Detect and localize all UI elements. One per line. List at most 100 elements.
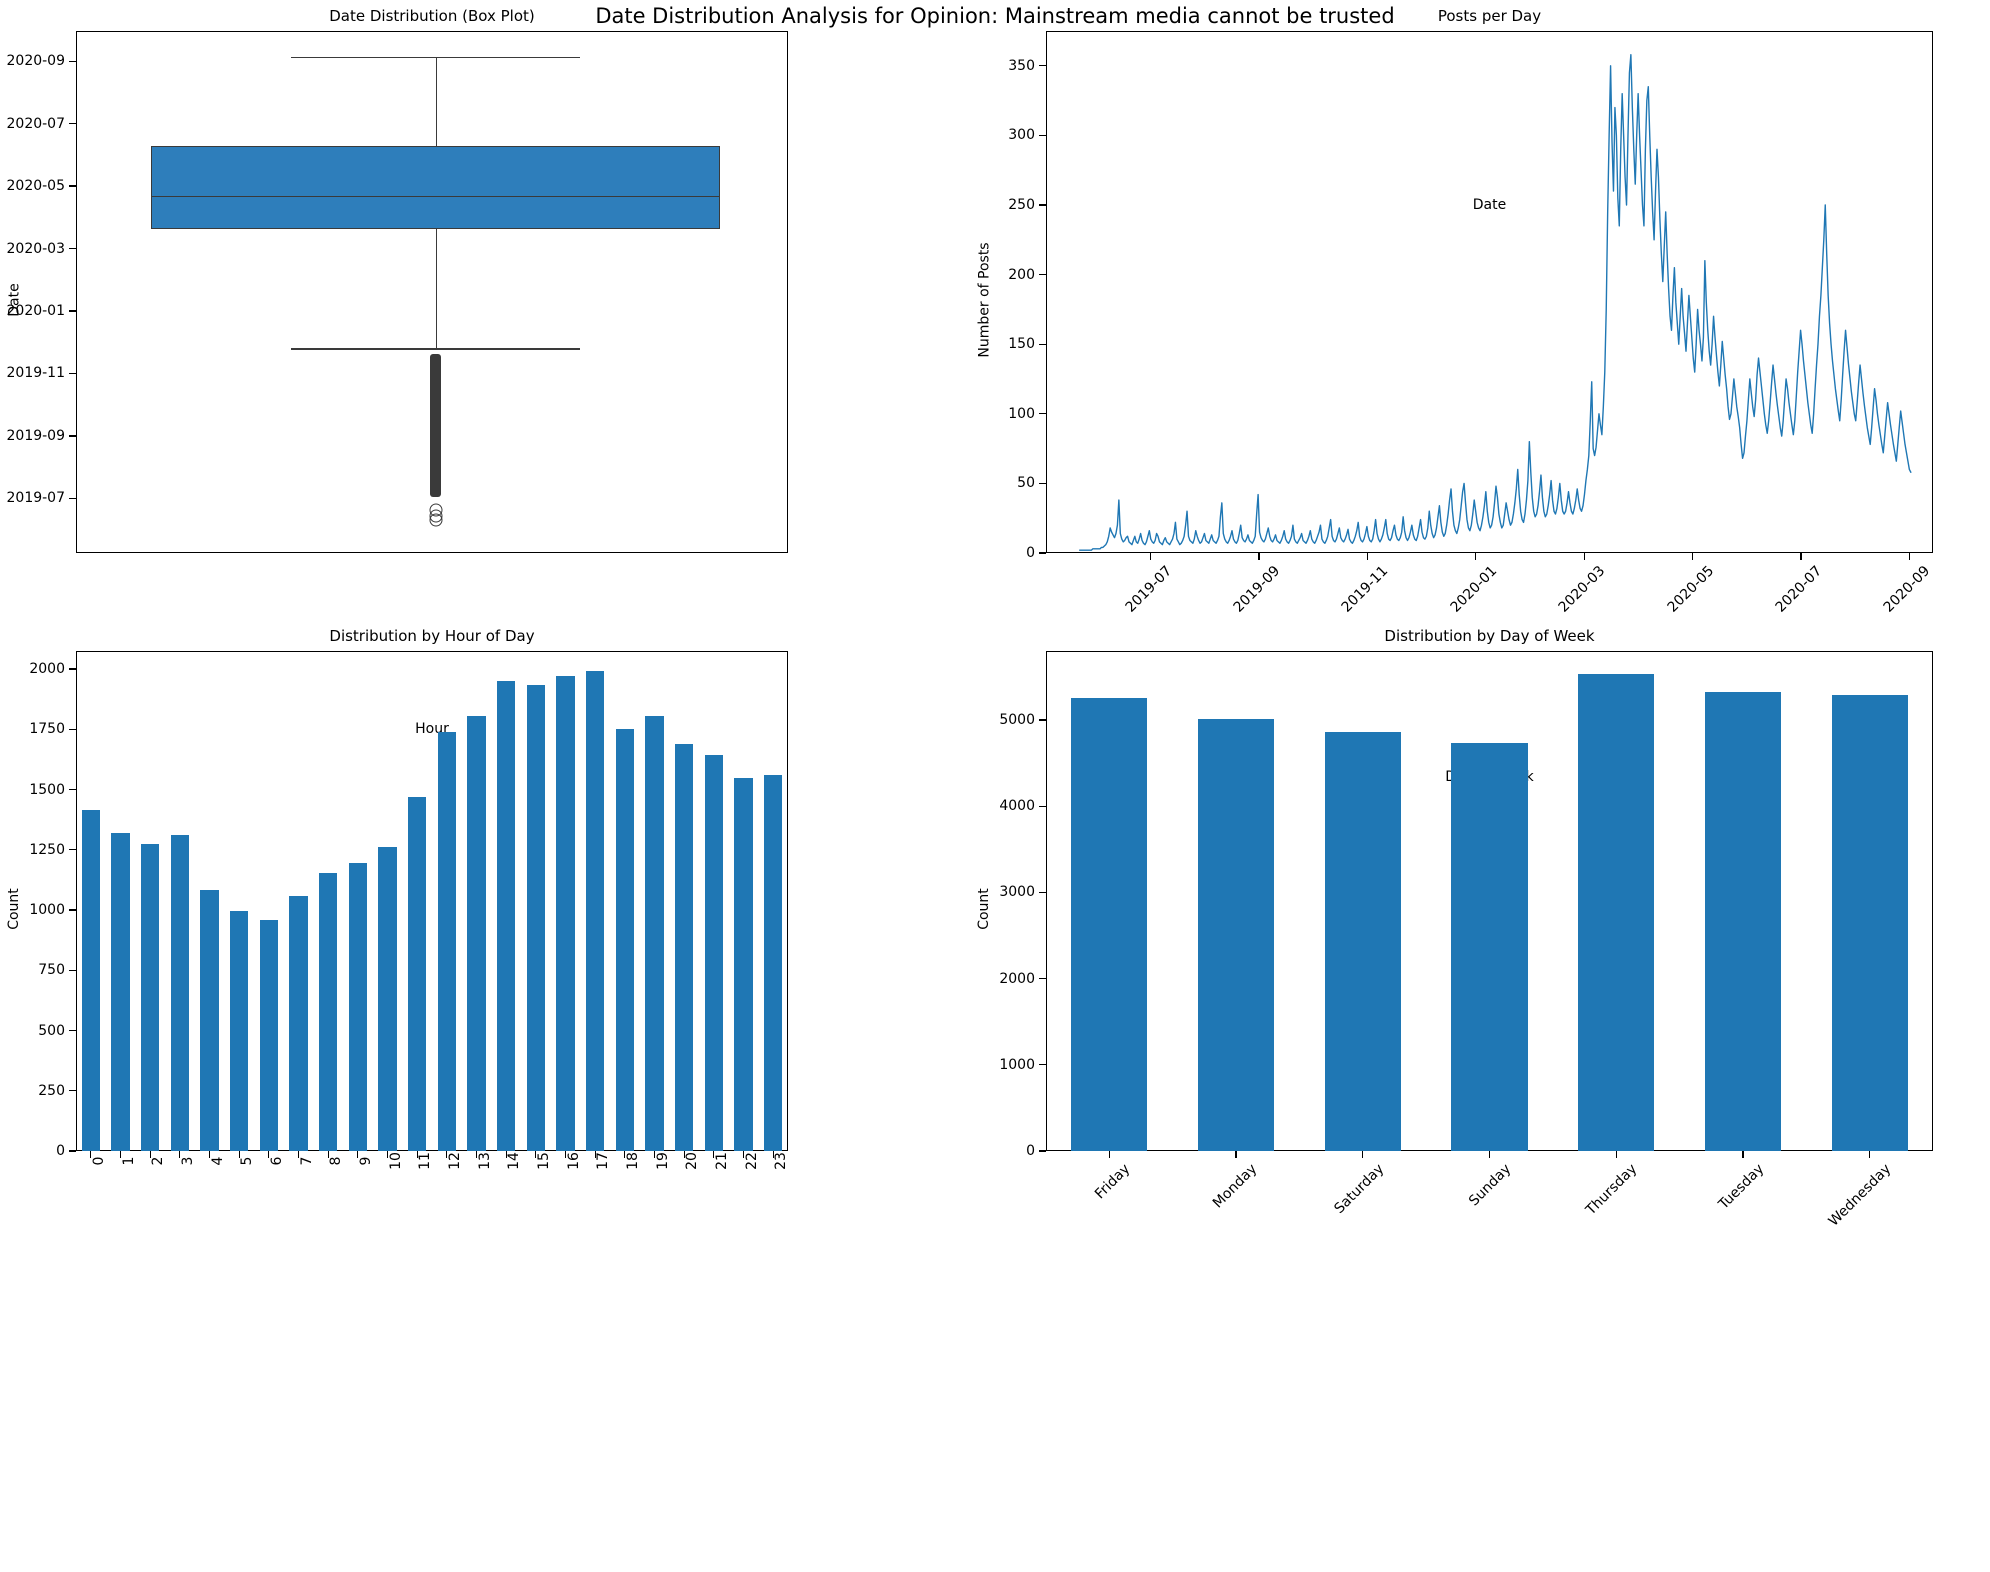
bar (1324, 732, 1401, 1151)
axis-tick-mark-x (1742, 1151, 1744, 1158)
axis-tick-mark-x (1908, 553, 1911, 560)
axis-tick-mark-x (1488, 1151, 1491, 1158)
axis-tick-label-x: 15 (535, 1152, 552, 1170)
axis-tick-mark-y (1039, 719, 1046, 721)
axis-tick-label-x: 4 (209, 1156, 226, 1166)
axis-tick-mark-y (69, 497, 76, 499)
bar (1071, 697, 1148, 1151)
panel-distribution-by-hour: Distribution by Hour of Day Count Hour 0… (6, 627, 789, 1170)
bar (556, 676, 575, 1151)
bar (289, 895, 308, 1151)
axis-tick-mark-x (1362, 1151, 1364, 1158)
bar (526, 684, 546, 1151)
axis-tick-mark-x (1475, 553, 1477, 560)
panel-posts-per-day: Posts per Day Number of Posts Date 0 50 10… (976, 7, 1934, 616)
axis-tick-mark-y (1039, 65, 1046, 67)
axis-tick-label-x: Saturday (1331, 1161, 1388, 1217)
bar (645, 716, 664, 1151)
bar (348, 863, 368, 1151)
axis-tick-mark-x (1800, 553, 1802, 560)
axis-tick-label-y: 2020-09 (6, 53, 66, 70)
axis-tick-label-x: Wednesday (1825, 1161, 1894, 1230)
axis-tick-mark-y (69, 310, 76, 312)
axis-tick-label-x: Sunday (1465, 1161, 1514, 1210)
panel-title-boxplot: Date Distribution (Box Plot) (329, 7, 535, 25)
bar (615, 729, 635, 1151)
axis-tick-label-x: 2020-03 (1555, 563, 1609, 616)
bar (200, 889, 219, 1151)
axis-tick-mark-y (69, 60, 76, 62)
bar (674, 743, 694, 1151)
axis-tick-mark-y (1039, 273, 1046, 276)
bar (81, 810, 101, 1151)
axis-tick-label-x: 21 (713, 1152, 730, 1170)
axis-tick-mark-x (1691, 553, 1694, 560)
axis-tick-mark-x (1235, 1151, 1237, 1158)
axis-tick-label-x: 2020-05 (1664, 563, 1717, 616)
boxplot-lower-cap (291, 348, 580, 350)
axis-tick-mark-x (1366, 553, 1369, 560)
axis-tick-mark-y (69, 788, 76, 791)
axis-tick-label-x: 19 (654, 1152, 671, 1170)
panel-title-hour: Distribution by Hour of Day (329, 627, 535, 645)
axis-tick-label-x: 0 (90, 1156, 107, 1166)
axis-tick-label-x: 8 (328, 1156, 345, 1166)
bar (734, 777, 753, 1151)
axis-tick-mark-x (1150, 553, 1152, 560)
axis-tick-label-y: 2019-07 (6, 490, 66, 507)
axis-tick-mark-y (1039, 134, 1046, 137)
axis-tick-label-y: 2020-03 (6, 240, 66, 257)
axis-tick-label-x: 6 (268, 1156, 285, 1166)
axis-tick-mark-y (1039, 413, 1046, 415)
axis-tick-label-x: 17 (595, 1152, 612, 1170)
axis-tick-label-x: 23 (773, 1152, 790, 1170)
axis-tick-mark-y (69, 1150, 76, 1152)
axis-tick-label-y: 2020-05 (6, 178, 66, 195)
axis-tick-mark-y (1039, 1150, 1046, 1152)
bar (1578, 673, 1655, 1151)
bar (1198, 719, 1275, 1151)
axis-tick-label-x: 2020-01 (1447, 563, 1501, 616)
axis-tick-mark-y (69, 728, 76, 730)
axis-tick-mark-x (1108, 1151, 1110, 1158)
boxplot-upper-whisker (435, 57, 437, 146)
boxplot-lower-whisker (435, 228, 437, 349)
boxplot-outlier-cluster (430, 353, 442, 498)
bar (437, 731, 457, 1151)
axis-tick-label-y: 2020-01 (6, 303, 66, 319)
axis-tick-mark-y (1039, 343, 1046, 345)
axis-tick-label-x: 14 (506, 1152, 523, 1170)
posts-per-day-line (1079, 53, 1912, 551)
axis-tick-mark-y (69, 668, 76, 670)
panel-date-distribution-boxplot: Date Distribution (Box Plot) Date 2020-0… (6, 7, 788, 553)
axis-tick-label-x: 9 (357, 1156, 374, 1166)
bar (1704, 692, 1781, 1151)
axis-tick-label-x: 5 (239, 1156, 256, 1166)
bar (1451, 743, 1528, 1151)
axis-tick-label-x: 12 (446, 1152, 463, 1170)
bar (585, 671, 605, 1151)
axis-tick-label-x: Friday (1092, 1161, 1134, 1203)
axis-tick-label-y: 2019-09 (6, 427, 66, 444)
axis-tick-mark-y (1039, 482, 1046, 485)
axis-tick-mark-y (69, 185, 76, 187)
axis-tick-label-x: 2019-11 (1339, 563, 1392, 616)
axis-tick-mark-y (69, 849, 76, 851)
axis-tick-mark-y (1039, 204, 1046, 206)
axis-label-y-posts: Number of Posts (976, 242, 993, 358)
axis-tick-label-x: 3 (179, 1156, 196, 1166)
axis-tick-label-x: 18 (624, 1152, 641, 1170)
bar (467, 716, 486, 1151)
axis-tick-mark-y (69, 909, 76, 911)
axis-tick-label-x: 2 (150, 1156, 167, 1166)
boxplot-iqr-box (150, 145, 721, 229)
axis-tick-label-x: 1 (120, 1156, 137, 1166)
axis-tick-mark-y (1039, 977, 1046, 980)
axis-label-y-hour: Count (5, 888, 22, 930)
bar (229, 911, 249, 1151)
bar (763, 775, 783, 1151)
axis-tick-mark-x (1583, 553, 1585, 560)
bar (378, 847, 397, 1151)
bar (259, 919, 279, 1151)
bar (1831, 695, 1908, 1151)
